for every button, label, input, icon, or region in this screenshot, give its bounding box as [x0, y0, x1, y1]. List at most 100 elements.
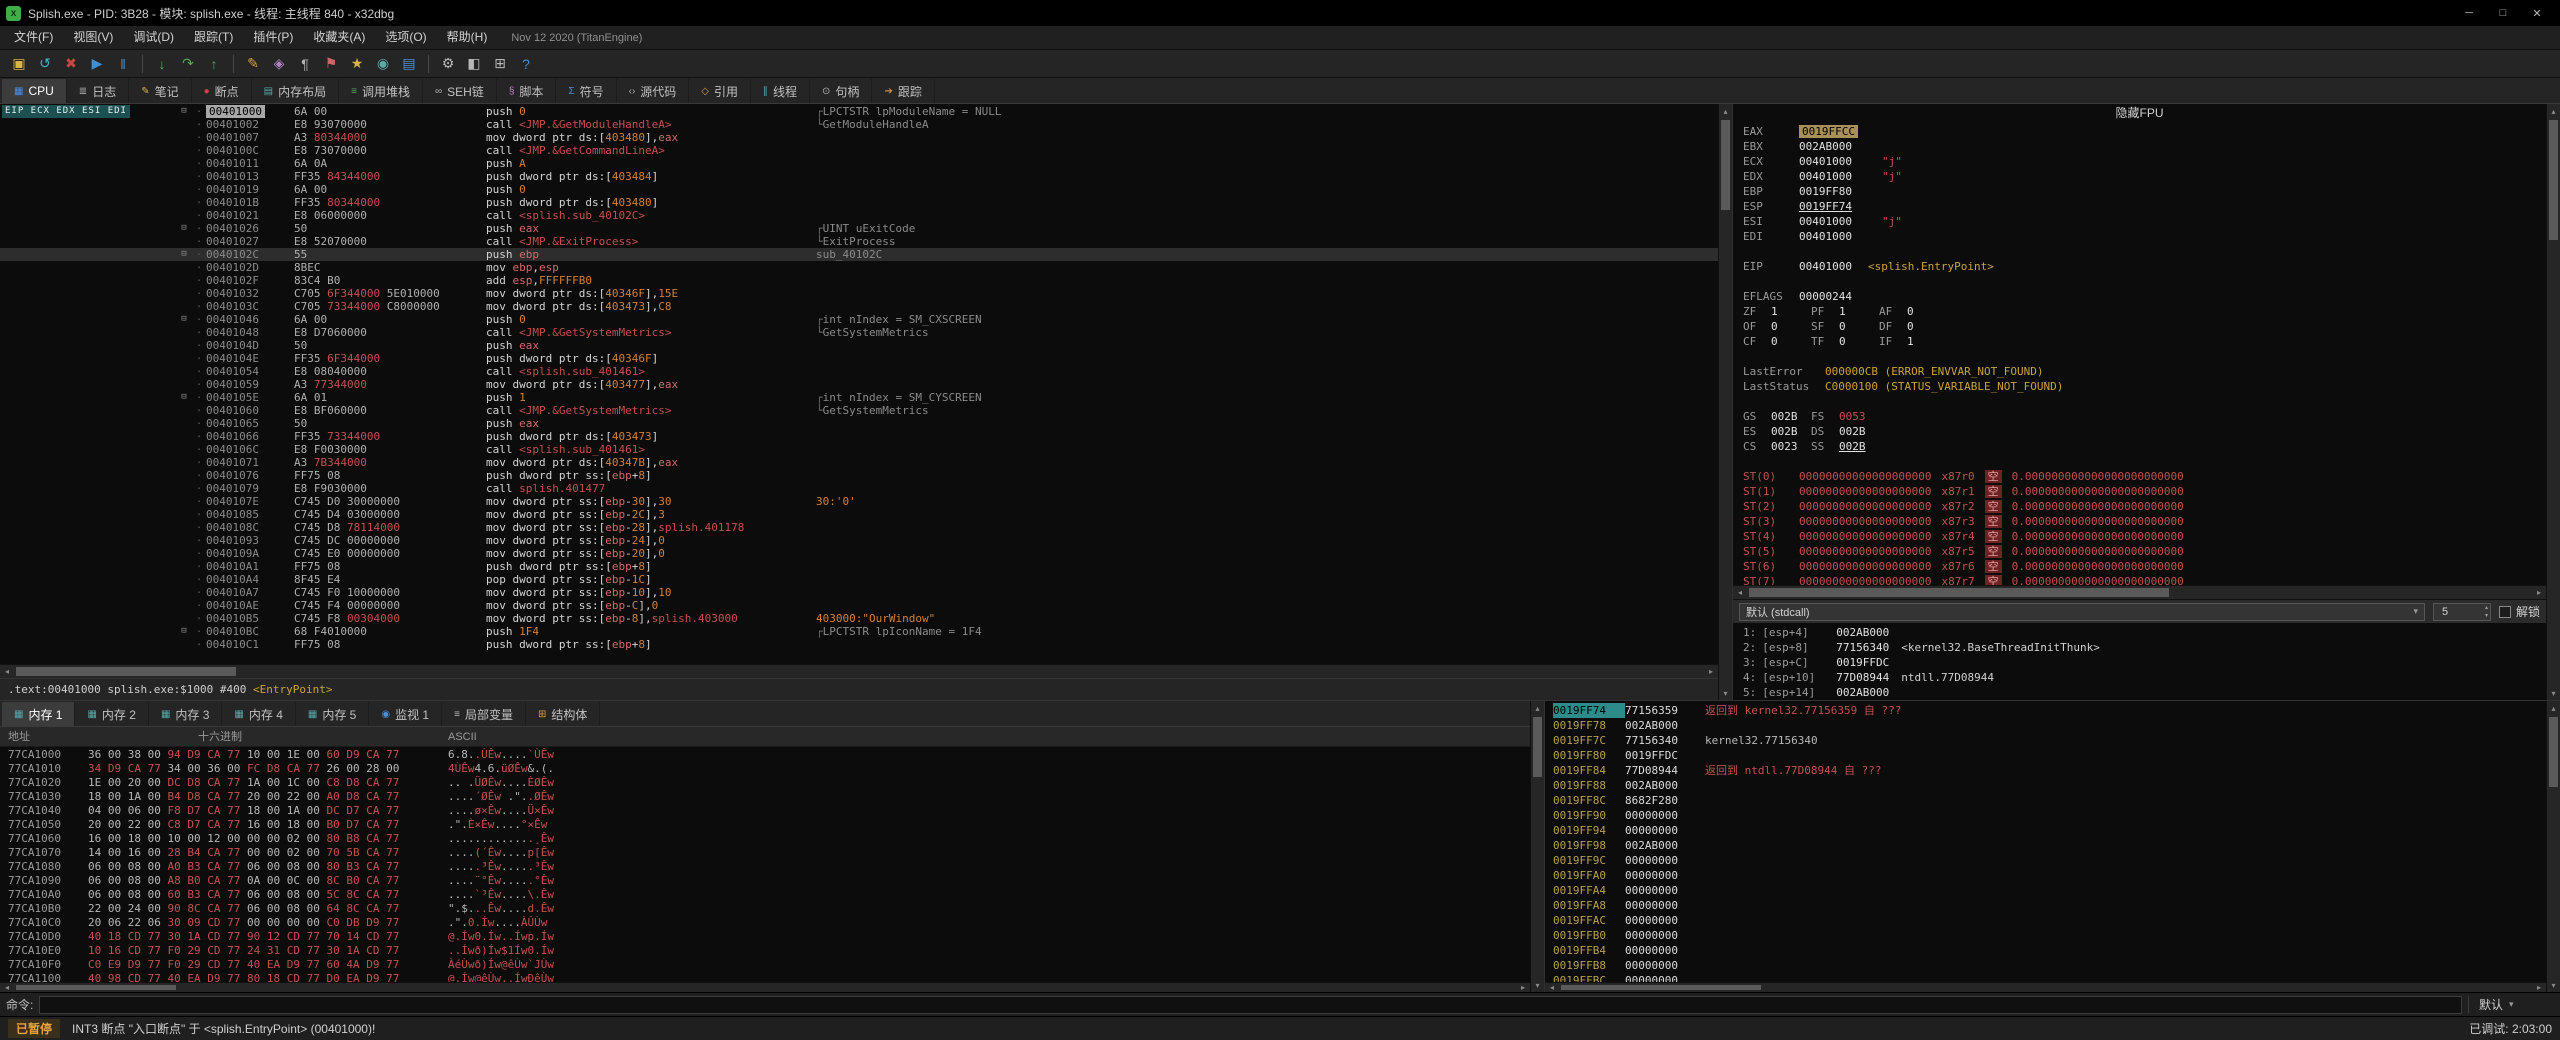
dump-row[interactable]: 77CA1010 34 D9 CA 77 34 00 36 00 FC D8 CA…	[0, 762, 1530, 776]
call-arg-row[interactable]: 4: [esp+10] 77D08944 ntdll.77D08944	[1733, 670, 2546, 685]
disasm-row[interactable]: · 00401027 E8 52070000 call <JMP.&ExitProce…	[0, 235, 1718, 248]
register-row[interactable]: EDI 00401000	[1733, 229, 2546, 244]
disasm-row[interactable]: · 0040100C E8 73070000 call <JMP.&GetComman…	[0, 144, 1718, 157]
label-button[interactable]: ⚑	[318, 52, 344, 76]
disasm-row[interactable]: ⊟ · 00401026 50 push eax ┌UINT uExitCode	[0, 222, 1718, 235]
disasm-row[interactable]: · 0040104E FF35 6F344000 push dword ptr ds:…	[0, 352, 1718, 365]
maximize-button[interactable]: □	[2486, 3, 2520, 23]
tab-script[interactable]: § 脚本	[497, 79, 557, 103]
disasm-row[interactable]: · 00401071 A3 7B344000 mov dword ptr ds:[40…	[0, 456, 1718, 469]
register-row[interactable]: EDX 00401000 "j"	[1733, 169, 2546, 184]
fold-icon[interactable]: ⊟	[176, 313, 192, 326]
scroll-thumb[interactable]	[16, 985, 176, 990]
close-button[interactable]: ✖	[58, 52, 84, 76]
minimize-button[interactable]: ─	[2452, 3, 2486, 23]
stack-rows[interactable]: 0019FF74 77156359 返回到 kernel32.77156359 自 …	[1545, 701, 2546, 982]
stack-row[interactable]: 0019FFAC 00000000	[1545, 913, 2546, 928]
register-row[interactable]: ECX 00401000 "j"	[1733, 154, 2546, 169]
stack-row[interactable]: 0019FF8C 8682F280	[1545, 793, 2546, 808]
disasm-row[interactable]: · 00401093 C745 DC 00000000 mov dword ptr s…	[0, 534, 1718, 547]
dump-h-scrollbar[interactable]: ◂ ▸	[0, 982, 1530, 992]
step-into-button[interactable]: ↓	[149, 52, 175, 76]
disasm-row[interactable]: · 00401085 C745 D4 03000000 mov dword ptr s…	[0, 508, 1718, 521]
trace-coverage-button[interactable]: ◉	[370, 52, 396, 76]
disasm-row[interactable]: · 0040107E C745 D0 30000000 mov dword ptr s…	[0, 495, 1718, 508]
disasm-row[interactable]: · 00401013 FF35 84344000 push dword ptr ds:…	[0, 170, 1718, 183]
call-arg-row[interactable]: 2: [esp+8] 77156340 <kernel32.BaseThreadIni…	[1733, 640, 2546, 655]
disasm-row[interactable]: · 004010C1 FF75 08 push dword ptr ss:[ebp+8…	[0, 638, 1718, 651]
scroll-thumb[interactable]	[1561, 985, 1761, 990]
scroll-left-icon[interactable]: ◂	[1733, 586, 1747, 599]
disasm-row[interactable]: · 00401054 E8 08040000 call <splish.sub_401…	[0, 365, 1718, 378]
stack-row[interactable]: 0019FF84 77D08944 返回到 ntdll.77D08944 自 ???	[1545, 763, 2546, 778]
register-row[interactable]: ESP 0019FF74	[1733, 199, 2546, 214]
dump-row[interactable]: 77CA10B0 22 00 24 00 90 8C CA 77 06 00 08…	[0, 902, 1530, 916]
stack-row[interactable]: 0019FFB0 00000000	[1545, 928, 2546, 943]
stack-row[interactable]: 0019FF98 002AB000	[1545, 838, 2546, 853]
disasm-row[interactable]: · 004010A1 FF75 08 push dword ptr ss:[ebp+8…	[0, 560, 1718, 573]
stack-row[interactable]: 0019FF88 002AB000	[1545, 778, 2546, 793]
scroll-right-icon[interactable]: ▸	[2532, 983, 2546, 992]
bookmark-button[interactable]: ★	[344, 52, 370, 76]
tab-trace[interactable]: ➔ 跟踪	[872, 79, 935, 103]
tab-symbols[interactable]: Σ 符号	[556, 79, 617, 103]
disasm-v-scrollbar[interactable]: ▴ ▾	[1718, 104, 1732, 700]
dump-tab-memory-1[interactable]: ▦ 内存 1	[2, 702, 76, 726]
scroll-thumb[interactable]	[2549, 120, 2558, 240]
dump-row[interactable]: 77CA10F0 C0 E9 D9 77 F0 29 CD 77 40 EA D9…	[0, 958, 1530, 972]
disasm-row[interactable]: · 00401007 A3 80344000 mov dword ptr ds:[40…	[0, 131, 1718, 144]
disasm-row[interactable]: · 00401079 E8 F9030000 call splish.401477	[0, 482, 1718, 495]
disasm-row[interactable]: · 004010AE C745 F4 00000000 mov dword ptr s…	[0, 599, 1718, 612]
scroll-left-icon[interactable]: ◂	[0, 983, 14, 992]
stack-row[interactable]: 0019FFA8 00000000	[1545, 898, 2546, 913]
restart-button[interactable]: ↺	[32, 52, 58, 76]
stack-row[interactable]: 0019FF9C 00000000	[1545, 853, 2546, 868]
open-file-button[interactable]: ▣	[6, 52, 32, 76]
register-row[interactable]: ST(4) 00000000000000000000 x87r4 空 0.0000000…	[1733, 529, 2546, 544]
register-row[interactable]: LastError 000000CB (ERROR_ENVVAR_NOT_FOUN…	[1733, 364, 2546, 379]
scroll-thumb[interactable]	[16, 667, 236, 676]
title-bar[interactable]: x Splish.exe - PID: 3B28 - 模块: splish.ex…	[0, 0, 2560, 26]
disasm-row[interactable]: · 00401060 E8 BF060000 call <JMP.&GetSystem…	[0, 404, 1718, 417]
dump-row[interactable]: 77CA1100 40 98 CD 77 40 EA D9 77 80 18 CD…	[0, 972, 1530, 982]
disasm-row[interactable]: · 00401076 FF75 08 push dword ptr ss:[ebp+8…	[0, 469, 1718, 482]
disasm-row[interactable]: · 0040106C E8 F0030000 call <splish.sub_401…	[0, 443, 1718, 456]
stack-row[interactable]: 0019FF74 77156359 返回到 kernel32.77156359 自 …	[1545, 703, 2546, 718]
call-arg-row[interactable]: 1: [esp+4] 002AB000	[1733, 625, 2546, 640]
disasm-row[interactable]: · 004010A7 C745 F0 10000000 mov dword ptr s…	[0, 586, 1718, 599]
unlock-checkbox[interactable]: 解锁	[2498, 603, 2540, 620]
register-row[interactable]: EAX 0019FFCC	[1733, 124, 2546, 139]
patches-button[interactable]: ◈	[266, 52, 292, 76]
scroll-left-icon[interactable]: ◂	[0, 665, 14, 678]
execute-till-return-button[interactable]: ↑	[201, 52, 227, 76]
register-row[interactable]	[1733, 454, 2546, 469]
dump-row[interactable]: 77CA1000 36 00 38 00 94 D9 CA 77 10 00 1E…	[0, 748, 1530, 762]
menu-debug[interactable]: 调试(D)	[123, 26, 184, 49]
assemble-button[interactable]: ✎	[240, 52, 266, 76]
dump-row[interactable]: 77CA1060 16 00 18 00 10 00 12 00 00 00 02…	[0, 832, 1530, 846]
tab-references[interactable]: ◇ 引用	[689, 79, 752, 103]
disasm-row[interactable]: ⊟ · 00401046 6A 00 push 0 ┌int nIndex = SM_CX…	[0, 313, 1718, 326]
disasm-row[interactable]: · 00401065 50 push eax	[0, 417, 1718, 430]
dump-tab-memory-2[interactable]: ▦ 内存 2	[75, 702, 149, 726]
register-row[interactable]: ESI 00401000 "j"	[1733, 214, 2546, 229]
disasm-row[interactable]: ⊟ · 0040105E 6A 01 push 1 ┌int nIndex = SM_CY…	[0, 391, 1718, 404]
memory-map-button[interactable]: ▤	[396, 52, 422, 76]
dump-row[interactable]: 77CA1030 18 00 1A 00 B4 D8 CA 77 20 00 22…	[0, 790, 1530, 804]
menu-file[interactable]: 文件(F)	[4, 26, 63, 49]
dump-tab-struct[interactable]: ⊞ 结构体	[526, 702, 601, 726]
register-row[interactable]: ST(3) 00000000000000000000 x87r3 空 0.0000000…	[1733, 514, 2546, 529]
scroll-up-icon[interactable]: ▴	[1531, 701, 1544, 715]
call-arg-row[interactable]: 3: [esp+C] 0019FFDC	[1733, 655, 2546, 670]
appearance-button[interactable]: ◧	[461, 52, 487, 76]
dump-row[interactable]: 77CA1020 1E 00 20 00 DC D8 CA 77 1A 00 1C…	[0, 776, 1530, 790]
registers-v-scrollbar[interactable]: ▴ ▾	[2546, 104, 2560, 700]
stack-row[interactable]: 0019FFA0 00000000	[1545, 868, 2546, 883]
register-row[interactable]: LastStatus C0000100 (STATUS_VARIABLE_NOT_…	[1733, 379, 2546, 394]
preferences-button[interactable]: ⚙	[435, 52, 461, 76]
command-profile-select[interactable]: 默认 ▾	[2468, 996, 2554, 1013]
menu-view[interactable]: 视图(V)	[63, 26, 123, 49]
scroll-up-icon[interactable]: ▴	[1719, 104, 1732, 118]
dump-tab-watch-1[interactable]: ◉ 监视 1	[369, 702, 443, 726]
register-row[interactable]: EBX 002AB000	[1733, 139, 2546, 154]
